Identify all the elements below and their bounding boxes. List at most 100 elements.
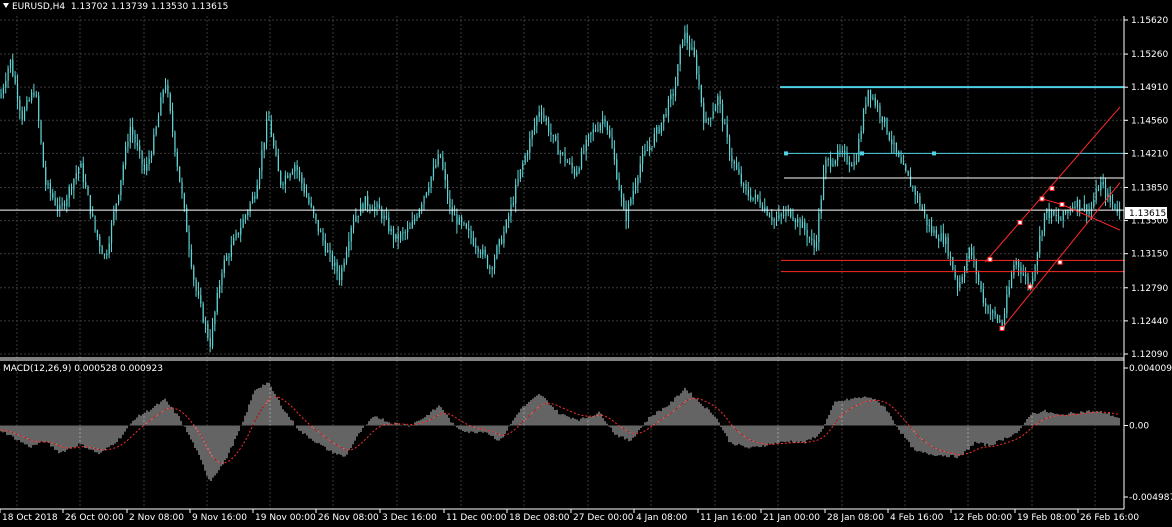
- candle-body: [935, 230, 937, 239]
- candle-body: [169, 93, 171, 111]
- candle-body: [653, 133, 655, 147]
- candle-body: [665, 114, 667, 116]
- candle-body: [390, 228, 392, 232]
- candle-body: [294, 165, 296, 172]
- candle-body: [959, 282, 961, 288]
- candle-body: [1036, 252, 1039, 266]
- chart-canvas[interactable]: 1.15620 1.15260 1.14910 1.14560 1.14210 1.138…: [0, 0, 1172, 527]
- candle-body: [223, 260, 225, 273]
- candle-body: [658, 127, 660, 133]
- candle-body: [284, 175, 287, 184]
- candle-body: [190, 249, 193, 267]
- candle-body: [12, 59, 14, 76]
- candle-body: [1060, 219, 1062, 221]
- channel-anchor: [1027, 284, 1033, 290]
- candle-body: [973, 255, 975, 261]
- candle-body: [251, 196, 254, 204]
- candle-body: [261, 150, 263, 171]
- candle-body: [644, 151, 646, 155]
- candle-body: [498, 239, 500, 247]
- candle-body: [129, 126, 131, 143]
- candle-body: [136, 142, 138, 146]
- channel-anchor: [1017, 219, 1023, 225]
- candle-body: [125, 146, 127, 166]
- candle-body: [531, 131, 533, 139]
- candle-body: [348, 241, 350, 252]
- candle-body: [900, 156, 902, 163]
- candle-body: [595, 129, 597, 131]
- candle-body: [146, 164, 148, 171]
- candle-body: [425, 192, 428, 197]
- candle-body: [139, 145, 141, 151]
- candle-body: [484, 249, 486, 256]
- candle-body: [780, 214, 782, 216]
- candle-body: [947, 237, 949, 257]
- candle-body: [757, 195, 759, 200]
- candle-body: [1027, 276, 1029, 286]
- candle-body: [287, 175, 289, 178]
- candle-body: [552, 134, 554, 136]
- chart-objects[interactable]: [0, 86, 1124, 331]
- candle-body: [491, 268, 493, 270]
- candle-body: [555, 135, 557, 141]
- macd-tick-label: 0.004009: [1129, 364, 1172, 374]
- candle-body: [811, 238, 813, 240]
- candle-body: [49, 183, 52, 193]
- dropdown-triangle-icon[interactable]: [3, 3, 9, 8]
- candle-body: [2, 87, 5, 94]
- candle-body: [627, 203, 630, 221]
- candle-body: [1008, 287, 1010, 295]
- candle-body: [317, 219, 319, 232]
- candle-body: [785, 211, 787, 216]
- candle-body: [884, 118, 886, 122]
- candle-body: [322, 232, 324, 241]
- candle-body: [881, 116, 883, 122]
- candle-body: [87, 186, 89, 196]
- candle-body: [886, 118, 888, 134]
- candle-body: [395, 233, 397, 240]
- candle-body: [830, 159, 832, 166]
- candle-body: [397, 233, 399, 240]
- candle-body: [982, 289, 984, 304]
- candle-body: [689, 42, 691, 50]
- candle-body: [216, 292, 218, 313]
- candle-body: [454, 214, 456, 216]
- candle-body: [1055, 215, 1057, 217]
- line-anchor: [784, 151, 788, 156]
- candle-body: [635, 184, 637, 191]
- candle-body: [444, 168, 446, 181]
- price-tick-label: 1.12090: [1131, 350, 1168, 360]
- candle-body: [858, 138, 860, 162]
- candle-body: [122, 165, 124, 181]
- candle-body: [571, 162, 573, 169]
- candle-body: [712, 111, 714, 119]
- channel-anchor: [987, 256, 993, 262]
- price-tick-label: 1.12790: [1131, 284, 1168, 294]
- candle-body: [47, 183, 49, 185]
- candle-body: [494, 258, 496, 269]
- candle-body: [649, 146, 651, 150]
- candle-body: [682, 39, 684, 47]
- candle-body: [663, 114, 665, 123]
- time-tick-label: 26 Feb 16:00: [1080, 513, 1139, 523]
- candle-body: [63, 203, 66, 207]
- candle-body: [698, 74, 700, 86]
- candle-body: [242, 219, 244, 228]
- candle-body: [367, 196, 369, 207]
- candle-body: [907, 170, 909, 176]
- candle-body: [364, 196, 366, 211]
- candle-body: [1100, 181, 1102, 191]
- candle-body: [844, 150, 846, 153]
- candle-body: [179, 166, 181, 182]
- candle-body: [996, 315, 999, 321]
- price-tick-label: 1.15260: [1131, 50, 1168, 60]
- candle-body: [717, 96, 719, 106]
- price-candles: [0, 24, 1121, 353]
- time-tick-label: 21 Jan 00:00: [763, 513, 820, 523]
- candle-body: [414, 218, 416, 222]
- candle-body: [736, 163, 738, 170]
- candle-body: [705, 119, 707, 123]
- candle-body: [825, 159, 827, 174]
- candle-body: [472, 237, 475, 246]
- candle-body: [9, 59, 12, 69]
